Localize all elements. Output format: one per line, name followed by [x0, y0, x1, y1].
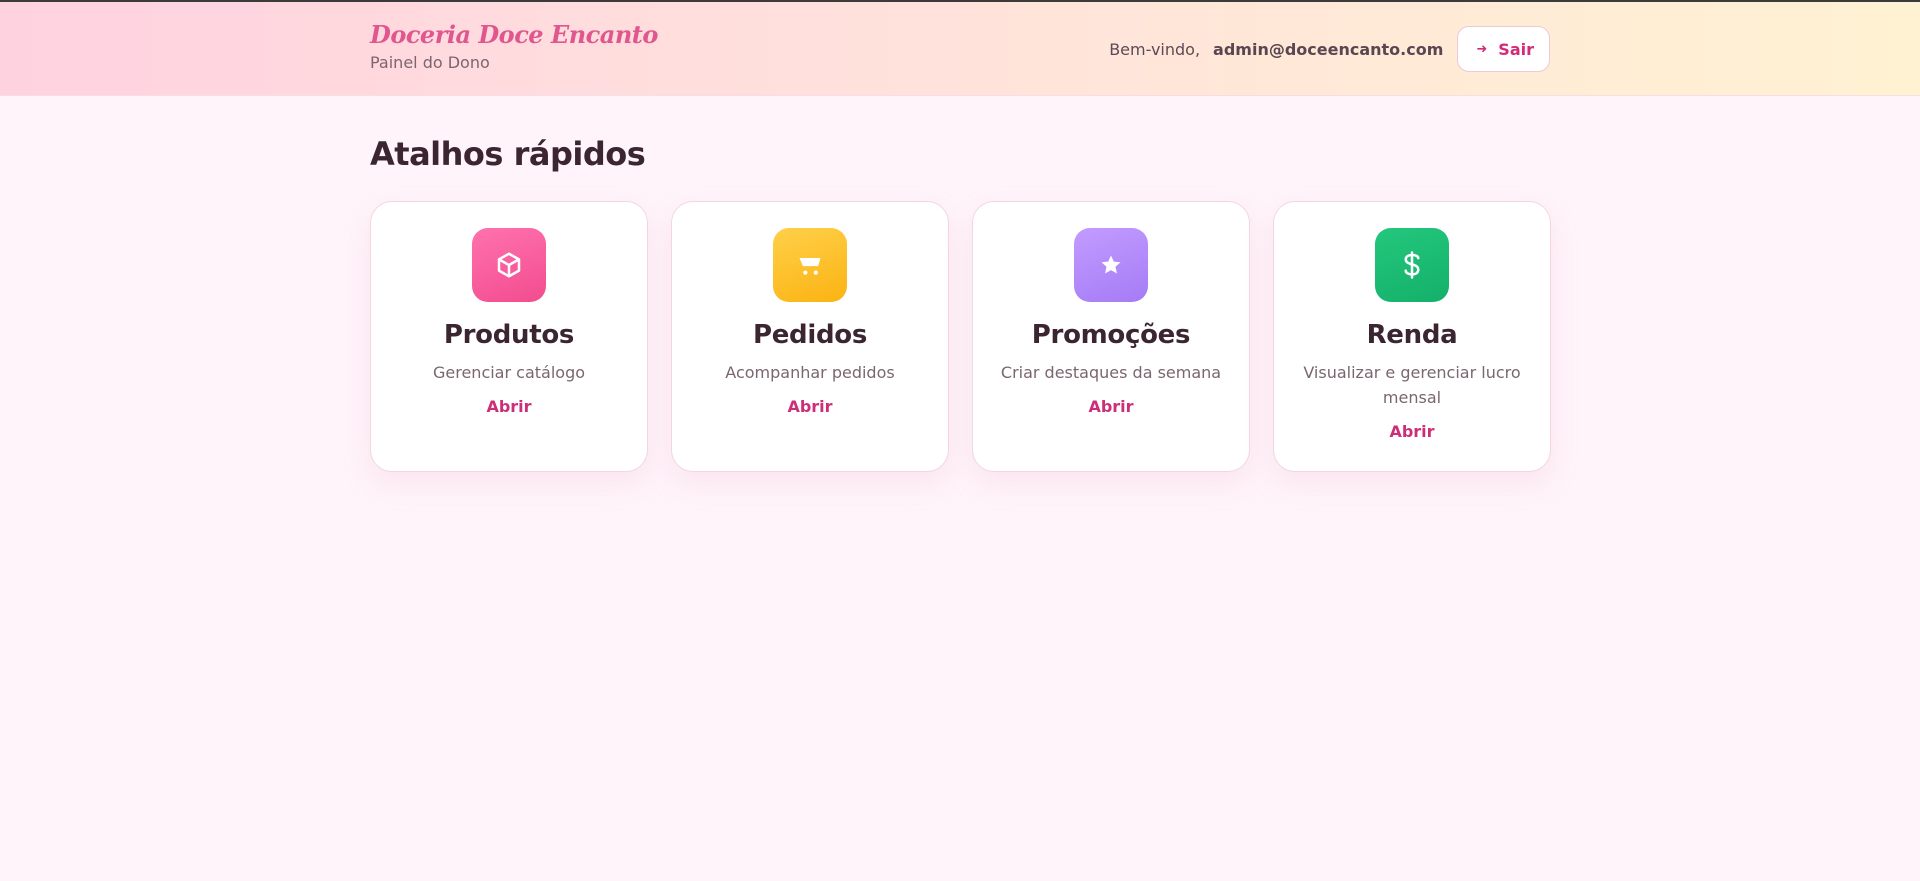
card-title: Renda	[1366, 320, 1458, 350]
card-description: Gerenciar catálogo	[432, 363, 586, 382]
card-description: Criar destaques da semana	[1000, 363, 1222, 382]
brand-subtitle: Painel do Dono	[370, 53, 490, 72]
box-icon	[472, 228, 546, 302]
open-link[interactable]: Abrir	[787, 396, 832, 418]
dollar-icon	[1375, 228, 1449, 302]
user-area: Bem-vindo, admin@doceencanto.com ➜ Sair	[1109, 26, 1550, 72]
cart-icon	[773, 228, 847, 302]
brand: Doceria Doce Encanto Painel do Dono	[370, 19, 658, 74]
card-description: Visualizar e gerenciar lucro mensal	[1303, 363, 1521, 407]
card-title: Pedidos	[752, 320, 868, 350]
top-header: Doceria Doce Encanto Painel do Dono Bem-…	[0, 2, 1920, 96]
logout-label: Sair	[1498, 39, 1534, 59]
open-link[interactable]: Abrir	[1088, 396, 1133, 418]
open-link[interactable]: Abrir	[486, 396, 531, 418]
brand-name[interactable]: Doceria Doce Encanto	[370, 19, 658, 51]
shortcut-cards: Produtos Gerenciar catálogo Abrir Pedido…	[370, 201, 1551, 472]
arrow-right-icon: ➜	[1476, 41, 1488, 57]
card-produtos[interactable]: Produtos Gerenciar catálogo Abrir	[370, 201, 648, 472]
welcome-text: Bem-vindo,	[1109, 39, 1201, 59]
user-email: admin@doceencanto.com	[1213, 39, 1444, 59]
section-title: Atalhos rápidos	[370, 135, 646, 173]
card-pedidos[interactable]: Pedidos Acompanhar pedidos Abrir	[671, 201, 949, 472]
card-renda[interactable]: Renda Visualizar e gerenciar lucro mensa…	[1273, 201, 1551, 472]
logout-button[interactable]: ➜ Sair	[1457, 26, 1550, 72]
card-promocoes[interactable]: Promoções Criar destaques da semana Abri…	[972, 201, 1250, 472]
card-title: Promoções	[1031, 320, 1191, 350]
open-link[interactable]: Abrir	[1389, 421, 1434, 443]
card-title: Produtos	[443, 320, 575, 350]
card-description: Acompanhar pedidos	[725, 363, 895, 382]
star-icon	[1074, 228, 1148, 302]
